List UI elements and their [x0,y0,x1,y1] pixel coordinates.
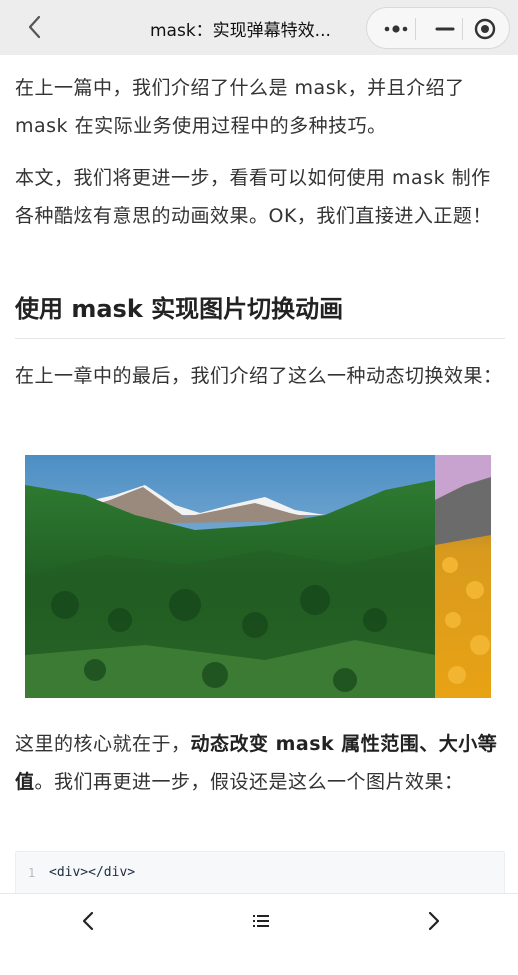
code-line: <div></div> [49,865,136,880]
minus-icon [435,27,455,31]
paragraph: 在上一篇中，我们介绍了什么是 mask，并且介绍了 mask 在实际业务使用过程… [15,77,465,137]
paragraph: 在上一章中的最后，我们介绍了这么一种动态切换效果： [15,365,503,387]
close-button[interactable] [470,15,500,43]
bottom-toolbar [0,893,518,975]
list-menu-icon [253,915,269,927]
capsule-divider [415,18,416,40]
paragraph-text: 这里的核心就在于， [15,733,191,755]
chevron-left-icon [82,911,94,931]
menu-button[interactable] [246,906,276,936]
minimize-button[interactable] [427,17,463,41]
mini-program-capsule [366,7,510,49]
section-heading: 使用 mask 实现图片切换动画 [15,289,505,339]
more-button[interactable] [379,17,415,41]
line-number: 1 [28,866,36,880]
paragraph: 这里的核心就在于，动态改变 mask 属性范围、大小等值。我们再更进一步，假设还… [15,725,505,801]
more-dots-icon [384,25,408,33]
code-block: 1 <div></div> [15,851,505,893]
top-nav-bar: mask：实现弹幕特效... [0,0,518,55]
capsule-divider [462,18,463,40]
target-circle-icon [474,18,496,40]
next-button[interactable] [418,906,448,936]
chevron-right-icon [428,911,440,931]
chevron-left-icon [28,15,41,39]
paragraph-text: 。我们再更进一步，假设还是这么一个图片效果： [34,771,464,793]
paragraph: 本文，我们将更进一步，看看可以如何使用 mask 制作各种酷炫有意思的动画效果。… [15,167,492,227]
back-button[interactable] [20,12,50,42]
article-content: 在上一篇中，我们介绍了什么是 mask，并且介绍了 mask 在实际业务使用过程… [0,55,518,893]
previous-button[interactable] [74,906,104,936]
page-title: mask：实现弹幕特效... [150,21,331,41]
mountain-landscape-image [25,455,491,698]
